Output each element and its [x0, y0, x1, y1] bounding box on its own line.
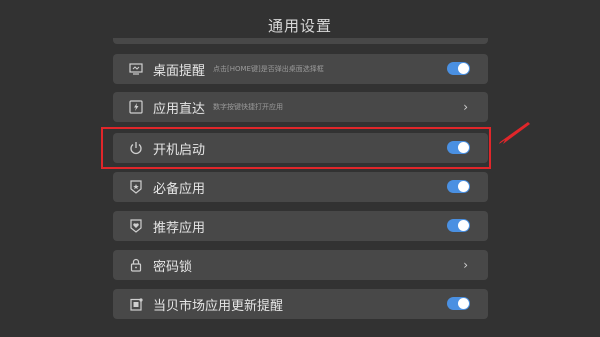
chevron-right-icon: › — [463, 100, 468, 114]
row-label: 推荐应用 — [153, 220, 206, 236]
settings-screen: 通用设置 桌面提醒 点击[HOME键]是否弹出桌面选择框 应用直达 数字按键快捷… — [0, 0, 600, 337]
heart-shield-icon — [127, 217, 145, 235]
row-description: 数字按键快捷打开应用 — [213, 103, 284, 111]
settings-row-password-lock[interactable]: 密码锁 › — [113, 250, 488, 280]
settings-row-essential-apps[interactable]: 必备应用 — [113, 172, 488, 202]
monitor-icon — [127, 60, 145, 78]
desktop-reminder-toggle[interactable] — [447, 62, 470, 75]
toggle-knob — [458, 220, 469, 231]
lock-icon — [127, 256, 145, 274]
row-label: 桌面提醒 — [153, 63, 206, 79]
settings-row-desktop-reminder[interactable]: 桌面提醒 点击[HOME键]是否弹出桌面选择框 — [113, 54, 488, 84]
update-icon — [127, 295, 145, 313]
row-label: 密码锁 — [153, 259, 193, 275]
settings-row-market-update-reminder[interactable]: 当贝市场应用更新提醒 — [113, 289, 488, 319]
toggle-knob — [458, 181, 469, 192]
settings-row-recommended-apps[interactable]: 推荐应用 — [113, 211, 488, 241]
row-label: 必备应用 — [153, 181, 206, 197]
row-description: 点击[HOME键]是否弹出桌面选择框 — [213, 65, 324, 73]
market-update-toggle[interactable] — [447, 297, 470, 310]
lightning-icon — [127, 98, 145, 116]
pointer-arrow-icon — [499, 122, 530, 144]
chevron-right-icon: › — [463, 258, 468, 272]
row-label: 当贝市场应用更新提醒 — [153, 298, 284, 314]
recommended-apps-toggle[interactable] — [447, 219, 470, 232]
star-shield-icon — [127, 178, 145, 196]
settings-row-app-shortcut[interactable]: 应用直达 数字按键快捷打开应用 › — [113, 92, 488, 122]
toggle-knob — [458, 298, 469, 309]
highlight-box — [101, 127, 491, 169]
row-label: 应用直达 — [153, 101, 206, 117]
essential-apps-toggle[interactable] — [447, 180, 470, 193]
toggle-knob — [458, 63, 469, 74]
page-title: 通用设置 — [267, 17, 332, 35]
